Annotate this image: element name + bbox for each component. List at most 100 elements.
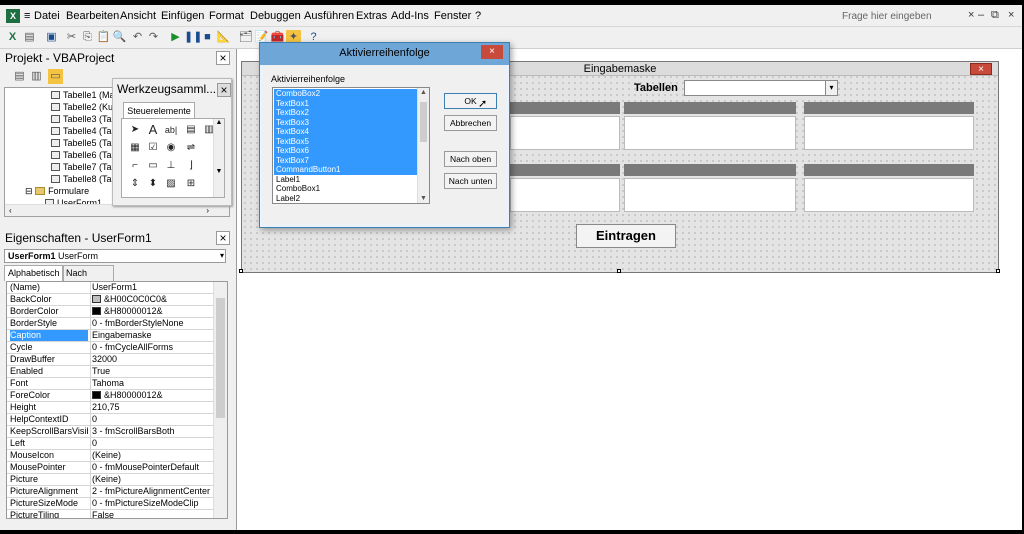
property-value[interactable]: 2 - fmPictureAlignmentCenter — [90, 486, 213, 497]
help-search-input[interactable]: Frage hier eingeben — [842, 11, 932, 22]
property-row[interactable]: Cycle 0 - fmCycleAllForms — [7, 342, 213, 354]
tree-item[interactable]: Tabelle5 (Tab — [51, 138, 117, 148]
scroll-up-icon[interactable]: ▲ — [418, 89, 429, 96]
redo-icon[interactable]: ↷ — [146, 30, 161, 45]
textbox[interactable] — [804, 178, 974, 212]
scroll-down-icon[interactable]: ▼ — [420, 195, 427, 202]
menu-ausfuehren[interactable]: Ausführen — [304, 10, 354, 22]
property-row[interactable]: Font Tahoma — [7, 378, 213, 390]
save-icon[interactable]: ▣ — [44, 30, 59, 45]
tree-item[interactable]: Tabelle3 (Tab — [51, 114, 117, 124]
list-item[interactable]: TextBox3 — [274, 117, 417, 127]
resize-handle[interactable] — [996, 269, 1000, 273]
tree-item[interactable]: Tabelle4 (Tab — [51, 126, 117, 136]
list-item[interactable]: TextBox2 — [274, 108, 417, 118]
property-row[interactable]: Height 210,75 — [7, 402, 213, 414]
checkbox-tool-icon[interactable]: ☑ — [146, 141, 160, 155]
list-item[interactable]: TextBox5 — [274, 136, 417, 146]
property-row[interactable]: PictureTiling False — [7, 510, 213, 518]
list-item[interactable]: TextBox6 — [274, 146, 417, 156]
tabstrip-tool-icon[interactable]: ⊥ — [164, 159, 178, 173]
chevron-down-icon[interactable]: ▾ — [220, 250, 224, 262]
copy-icon[interactable]: ⎘ — [80, 30, 95, 45]
design-mode-icon[interactable]: 📐 — [216, 30, 231, 45]
scrollbar-thumb[interactable] — [216, 298, 225, 418]
menu-help[interactable]: ? — [475, 10, 481, 22]
property-row[interactable]: Caption Eingabemaske — [7, 330, 213, 342]
close-window-icon[interactable]: × — [1008, 9, 1014, 21]
list-item[interactable]: TextBox4 — [274, 127, 417, 137]
project-explorer-icon[interactable]: 🗂 — [238, 30, 253, 45]
menu-extras[interactable]: Extras — [356, 10, 387, 22]
textbox[interactable] — [624, 178, 796, 212]
tab-nach-kategorien[interactable]: Nach Kategorien — [62, 265, 114, 293]
tab-steuerelemente[interactable]: Steuerelemente — [123, 102, 195, 118]
property-row[interactable]: (Name) UserForm1 — [7, 282, 213, 294]
dialog-close-icon[interactable]: × — [481, 45, 503, 59]
property-value[interactable]: Eingabemaske — [90, 330, 213, 341]
properties-close-icon[interactable]: × — [216, 231, 230, 245]
tree-item[interactable]: Tabelle1 (Ma — [51, 90, 115, 100]
property-row[interactable]: MousePointer 0 - fmMousePointerDefault — [7, 462, 213, 474]
reset-icon[interactable]: ■ — [200, 30, 215, 45]
eintragen-button[interactable]: Eintragen — [576, 224, 676, 248]
combobox-tool-icon[interactable]: ▤ — [184, 123, 198, 137]
view-object-icon[interactable]: ▥ — [29, 69, 44, 84]
optionbutton-tool-icon[interactable]: ◉ — [164, 141, 178, 155]
property-value[interactable]: &H80000012& — [90, 306, 213, 317]
menu-addins[interactable]: Add-Ins — [391, 10, 429, 22]
tree-item[interactable]: Tabelle8 (Tab — [51, 174, 117, 184]
property-value[interactable]: (Keine) — [90, 450, 213, 461]
list-item[interactable]: TextBox7 — [274, 155, 417, 165]
property-value[interactable]: 0 - fmBorderStyleNone — [90, 318, 213, 329]
form-close-icon[interactable]: × — [970, 63, 992, 75]
property-row[interactable]: DrawBuffer 32000 — [7, 354, 213, 366]
paste-icon[interactable]: 📋 — [96, 30, 111, 45]
toolbox-scrollbar[interactable]: ▲ ▼ — [213, 119, 224, 197]
close-icon[interactable]: × — [968, 9, 974, 21]
image-tool-icon[interactable]: ▨ — [164, 177, 178, 191]
label-tool-icon[interactable]: A — [146, 123, 160, 137]
property-row[interactable]: ForeColor &H80000012& — [7, 390, 213, 402]
ok-button[interactable]: OK — [444, 93, 497, 109]
textbox[interactable] — [510, 116, 620, 150]
property-value[interactable]: &H00C0C0C0& — [90, 294, 213, 305]
undo-icon[interactable]: ↶ — [130, 30, 145, 45]
property-value[interactable]: 0 — [90, 414, 213, 425]
minimize-icon[interactable]: – — [978, 9, 984, 21]
run-icon[interactable]: ▶ — [168, 30, 183, 45]
toggle-folders-icon[interactable]: ▭ — [48, 69, 63, 84]
property-value[interactable]: 0 - fmMousePointerDefault — [90, 462, 213, 473]
collapse-icon[interactable]: ⊟ — [25, 186, 33, 196]
toolbox-close-icon[interactable]: × — [217, 83, 231, 97]
multipage-tool-icon[interactable]: ⌋ — [184, 159, 198, 173]
textbox[interactable] — [510, 178, 620, 212]
property-value[interactable]: 3 - fmScrollBarsBoth — [90, 426, 213, 437]
tree-item[interactable]: Tabelle6 (Tab — [51, 150, 117, 160]
list-item[interactable]: ComboBox1 — [274, 184, 417, 194]
property-value[interactable]: 0 - fmPictureSizeModeClip — [90, 498, 213, 509]
menu-einfuegen[interactable]: Einfügen — [161, 10, 204, 22]
property-value[interactable]: 0 - fmCycleAllForms — [90, 342, 213, 353]
property-row[interactable]: KeepScrollBarsVisible 3 - fmScrollBarsBot… — [7, 426, 213, 438]
resize-handle[interactable] — [239, 269, 243, 273]
project-close-icon[interactable]: × — [216, 51, 230, 65]
property-row[interactable]: Left 0 — [7, 438, 213, 450]
property-value[interactable]: (Keine) — [90, 474, 213, 485]
property-value[interactable]: 210,75 — [90, 402, 213, 413]
refedit-tool-icon[interactable]: ⊞ — [184, 177, 198, 191]
list-scrollbar[interactable]: ▲ ▼ — [417, 88, 429, 203]
tree-item[interactable]: Tabelle7 (Tab — [51, 162, 117, 172]
restore-icon[interactable]: ⧉ — [991, 9, 999, 22]
object-selector[interactable]: UserForm1 UserForm ▾ — [4, 249, 226, 263]
list-item[interactable]: Label1 — [274, 175, 417, 185]
combobox-dropdown-icon[interactable]: ▾ — [825, 81, 837, 95]
menu-fenster[interactable]: Fenster — [434, 10, 471, 22]
property-value[interactable]: Tahoma — [90, 378, 213, 389]
resize-handle[interactable] — [617, 269, 621, 273]
property-row[interactable]: BackColor &H00C0C0C0& — [7, 294, 213, 306]
scrollbar-tool-icon[interactable]: ⇕ — [128, 177, 142, 191]
menu-debuggen[interactable]: Debuggen — [250, 10, 301, 22]
property-value[interactable]: UserForm1 — [90, 282, 213, 293]
frame-tool-icon[interactable]: ▦ — [128, 141, 142, 155]
